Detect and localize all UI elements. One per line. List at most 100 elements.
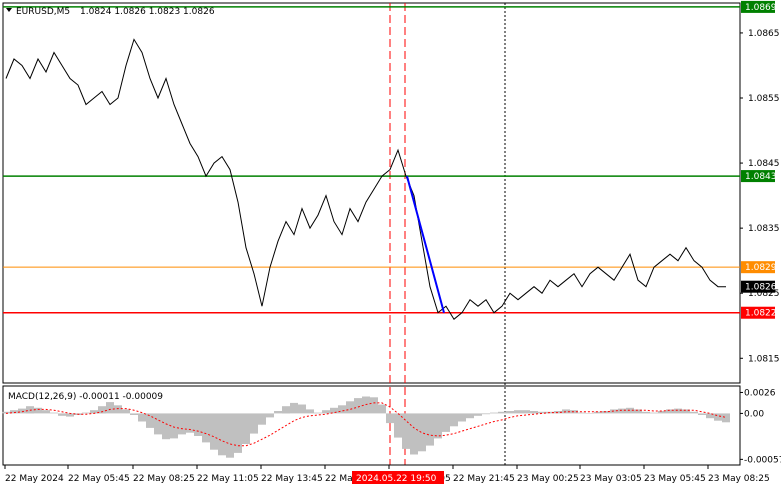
macd-bar xyxy=(34,407,42,414)
macd-bar xyxy=(714,413,722,421)
macd-tick-label-2: -0.00057 xyxy=(744,455,781,465)
macd-bar xyxy=(322,410,330,414)
macd-bar xyxy=(98,406,106,414)
level-tag-label-2: 1.0829 xyxy=(745,263,777,273)
time-label-10: 23 May 05:45 xyxy=(644,474,706,484)
time-label-3: 22 May 11:05 xyxy=(197,474,259,484)
macd-bar xyxy=(434,413,442,439)
macd-bar xyxy=(106,402,114,414)
macd-bar xyxy=(82,412,90,414)
macd-bar xyxy=(658,411,666,414)
symbol-label: EURUSD,M5 xyxy=(16,7,70,17)
macd-bar xyxy=(330,407,338,414)
macd-bar xyxy=(514,410,522,414)
macd-bar xyxy=(522,410,530,414)
macd-bar xyxy=(618,408,626,414)
macd-bar xyxy=(242,413,250,444)
macd-bar xyxy=(442,413,450,432)
macd-tick-label-0: 0.0026 xyxy=(744,388,776,398)
price-tick-label-1: 1.0855 xyxy=(748,94,780,104)
macd-bar xyxy=(418,413,426,452)
macd-bar xyxy=(122,409,130,414)
macd-bar xyxy=(194,413,202,436)
trading-chart[interactable]: 1.0865 1.0855 1.0845 1.0835 1.0825 1.0815 1.0… xyxy=(0,0,781,489)
macd-bar xyxy=(466,413,474,419)
time-label-2: 22 May 08:25 xyxy=(133,474,195,484)
current-price-label: 1.0826 xyxy=(745,283,777,293)
time-highlight: 2024.05.22 19:50 xyxy=(352,471,444,484)
macd-bar xyxy=(258,413,266,425)
time-highlight-label: 2024.05.22 19:50 xyxy=(356,474,437,484)
macd-bar xyxy=(530,411,538,414)
price-tick-label-5: 1.0815 xyxy=(748,354,780,364)
current-price-tag: 1.0826 xyxy=(741,280,777,293)
macd-bar xyxy=(154,413,162,435)
macd-bar xyxy=(210,413,218,450)
time-label-1: 22 May 05:45 xyxy=(68,474,130,484)
macd-bar xyxy=(698,413,706,415)
macd-bar xyxy=(426,413,434,446)
macd-bar xyxy=(130,413,138,415)
macd-bar xyxy=(474,413,482,416)
macd-bar xyxy=(306,409,314,414)
macd-bar xyxy=(410,413,418,455)
macd-bar xyxy=(346,401,354,414)
symbol-header: EURUSD,M5 1.0824 1.0826 1.0823 1.0826 xyxy=(6,7,215,17)
macd-bar xyxy=(314,412,322,414)
price-tick-label-0: 1.0865 xyxy=(748,29,780,39)
price-tick-label-3: 1.0835 xyxy=(748,224,780,234)
macd-bar xyxy=(610,409,618,414)
macd-bar xyxy=(722,413,730,423)
time-label-9: 23 May 03:05 xyxy=(580,474,642,484)
macd-bar xyxy=(354,398,362,414)
chart-canvas[interactable]: 1.08651.08551.08451.08351.08251.0815 1.0… xyxy=(0,0,781,489)
macd-bar xyxy=(266,413,274,418)
macd-bar xyxy=(282,406,290,414)
macd-bar xyxy=(498,411,506,414)
macd-bar xyxy=(338,405,346,414)
macd-bar xyxy=(58,413,66,416)
macd-bar xyxy=(394,413,402,438)
ohlc-values: 1.0824 1.0826 1.0823 1.0826 xyxy=(80,7,215,17)
macd-bar xyxy=(642,411,650,414)
macd-bar xyxy=(226,413,234,458)
price-tick-label-2: 1.0845 xyxy=(748,159,780,169)
level-tag-label-1: 1.0843 xyxy=(745,172,777,182)
macd-bar xyxy=(298,404,306,414)
macd-bar xyxy=(42,410,50,414)
macd-bar xyxy=(162,413,170,440)
macd-bar xyxy=(202,413,210,443)
macd-bar xyxy=(370,397,378,414)
time-label-11: 23 May 08:25 xyxy=(708,474,770,484)
macd-tick-label-1: 0.00 xyxy=(744,409,764,419)
time-label-0: 22 May 2024 xyxy=(5,474,64,484)
macd-bar xyxy=(458,413,466,422)
macd-title: MACD(12,26,9) -0.00011 -0.00009 xyxy=(8,392,163,402)
macd-bar xyxy=(290,402,298,414)
macd-bar xyxy=(490,412,498,414)
macd-bar xyxy=(578,412,586,414)
macd-bar xyxy=(178,413,186,435)
macd-bar xyxy=(450,413,458,427)
level-tag-label-3: 1.0822 xyxy=(745,309,777,319)
time-label-7: 22 May 21:45 xyxy=(453,474,515,484)
macd-bar xyxy=(586,413,594,414)
macd-bar xyxy=(650,412,658,414)
macd-bar xyxy=(690,411,698,414)
macd-bar xyxy=(138,413,146,422)
macd-bar xyxy=(18,408,26,414)
macd-bar xyxy=(386,413,394,424)
macd-bar xyxy=(274,411,282,414)
macd-bar xyxy=(506,411,514,414)
macd-bar xyxy=(378,404,386,414)
macd-bar xyxy=(674,408,682,414)
macd-bar xyxy=(50,412,58,414)
macd-bar xyxy=(218,413,226,456)
macd-bar xyxy=(234,413,242,453)
macd-bar xyxy=(402,413,410,449)
macd-bar xyxy=(250,413,258,434)
macd-bar xyxy=(482,413,490,415)
level-tag-label-0: 1.0869 xyxy=(745,3,777,13)
time-label-8: 23 May 00:25 xyxy=(517,474,579,484)
time-label-4: 22 May 13:45 xyxy=(261,474,323,484)
